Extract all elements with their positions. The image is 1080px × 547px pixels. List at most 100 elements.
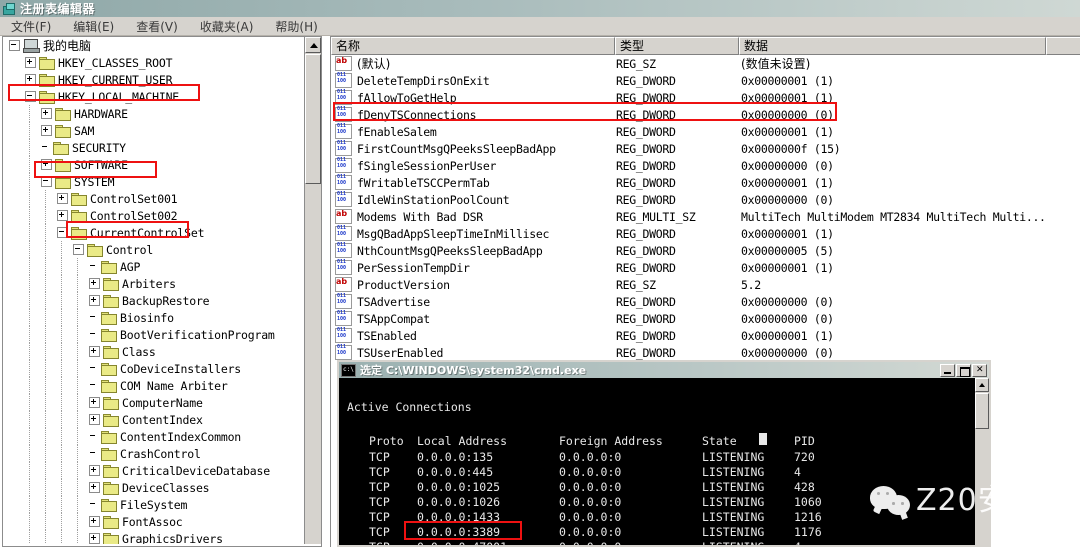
tree-item-hardware[interactable]: HARDWARE <box>3 105 303 122</box>
tree-guide-line <box>29 275 31 292</box>
cmd-row-proto: TCP <box>369 480 390 494</box>
column-header-1[interactable]: 类型 <box>615 37 739 55</box>
tree-item-controlset002[interactable]: ControlSet002 <box>3 207 303 224</box>
tree-item-hkey-classes-root[interactable]: HKEY_CLASSES_ROOT <box>3 54 303 71</box>
tree-guide-line <box>29 326 31 343</box>
expand-icon[interactable] <box>41 159 52 170</box>
value-row[interactable]: TSAppCompat REG_DWORD 0x00000000 (0) <box>331 310 1080 327</box>
tree-item-computername[interactable]: ComputerName <box>3 394 303 411</box>
expand-icon[interactable] <box>41 108 52 119</box>
expand-icon[interactable] <box>57 193 68 204</box>
cmd-close-button[interactable]: ✕ <box>972 363 987 377</box>
tree-item-deviceclasses[interactable]: DeviceClasses <box>3 479 303 496</box>
tree-item--[interactable]: 我的电脑 <box>3 37 303 54</box>
tree-item-codeviceinstallers[interactable]: CoDeviceInstallers <box>3 360 303 377</box>
value-row[interactable]: (默认) REG_SZ (数值未设置) <box>331 55 1080 72</box>
column-header-0[interactable]: 名称 <box>331 37 615 55</box>
tree-item-system[interactable]: SYSTEM <box>3 173 303 190</box>
tree-item-arbiters[interactable]: Arbiters <box>3 275 303 292</box>
tree-item-hkey-local-machine[interactable]: HKEY_LOCAL_MACHINE <box>3 88 303 105</box>
cmd-maximize-button[interactable] <box>956 363 971 377</box>
expand-icon[interactable] <box>89 533 100 544</box>
tree-item-filesystem[interactable]: FileSystem <box>3 496 303 513</box>
collapse-icon[interactable] <box>57 227 68 238</box>
value-row[interactable]: ProductVersion REG_SZ 5.2 <box>331 276 1080 293</box>
menu-item-3[interactable]: 收藏夹(A) <box>189 18 265 35</box>
value-row[interactable]: fEnableSalem REG_DWORD 0x00000001 (1) <box>331 123 1080 140</box>
value-row[interactable]: TSUserEnabled REG_DWORD 0x00000000 (0) <box>331 344 1080 361</box>
tree-guide-line <box>29 224 31 241</box>
tree-item-sam[interactable]: SAM <box>3 122 303 139</box>
cmd-title-bar[interactable]: 选定 C:\WINDOWS\system32\cmd.exe ✕ <box>339 362 989 378</box>
collapse-icon[interactable] <box>41 176 52 187</box>
value-row[interactable]: Modems With Bad DSR REG_MULTI_SZ MultiTech… <box>331 208 1080 225</box>
tree-item-graphicsdrivers[interactable]: GraphicsDrivers <box>3 530 303 544</box>
cmd-scrollbar[interactable] <box>975 378 989 545</box>
cmd-scroll-thumb[interactable] <box>975 393 989 429</box>
registry-tree-panel[interactable]: 我的电脑 HKEY_CLASSES_ROOT HKEY_CURRENT_USER HK… <box>2 36 322 547</box>
value-row[interactable]: NthCountMsgQPeeksSleepBadApp REG_DWORD 0x0… <box>331 242 1080 259</box>
value-row[interactable]: fAllowToGetHelp REG_DWORD 0x00000001 (1) <box>331 89 1080 106</box>
column-header-2[interactable]: 数据 <box>739 37 1046 55</box>
values-list[interactable]: (默认) REG_SZ (数值未设置) DeleteTempDirsOnExit REG… <box>331 55 1080 361</box>
expand-icon[interactable] <box>89 414 100 425</box>
expand-icon[interactable] <box>89 516 100 527</box>
collapse-icon[interactable] <box>9 40 20 51</box>
expand-icon[interactable] <box>89 482 100 493</box>
value-row[interactable]: TSAdvertise REG_DWORD 0x00000000 (0) <box>331 293 1080 310</box>
tree-item-contentindex[interactable]: ContentIndex <box>3 411 303 428</box>
collapse-icon[interactable] <box>25 91 36 102</box>
tree-item-biosinfo[interactable]: Biosinfo <box>3 309 303 326</box>
expand-icon[interactable] <box>89 295 100 306</box>
tree-item-backuprestore[interactable]: BackupRestore <box>3 292 303 309</box>
cmd-output-area[interactable]: Active Connections Proto Local Address Fore… <box>339 378 989 545</box>
tree-scroll-up-button[interactable] <box>305 37 321 53</box>
menu-item-1[interactable]: 编辑(E) <box>62 18 125 35</box>
value-row[interactable]: PerSessionTempDir REG_DWORD 0x00000001 (1) <box>331 259 1080 276</box>
expand-icon[interactable] <box>57 210 68 221</box>
expand-icon[interactable] <box>89 346 100 357</box>
collapse-icon[interactable] <box>73 244 84 255</box>
value-row[interactable]: fWritableTSCCPermTab REG_DWORD 0x00000001 … <box>331 174 1080 191</box>
tree-item-hkey-current-user[interactable]: HKEY_CURRENT_USER <box>3 71 303 88</box>
tree-item-crashcontrol[interactable]: CrashControl <box>3 445 303 462</box>
tree-item-controlset001[interactable]: ControlSet001 <box>3 190 303 207</box>
expand-icon[interactable] <box>25 57 36 68</box>
expand-icon[interactable] <box>89 278 100 289</box>
cmd-minimize-button[interactable] <box>940 363 955 377</box>
expand-icon[interactable] <box>89 465 100 476</box>
tree-item-contentindexcommon[interactable]: ContentIndexCommon <box>3 428 303 445</box>
menu-item-2[interactable]: 查看(V) <box>125 18 189 35</box>
value-row[interactable]: MsgQBadAppSleepTimeInMillisec REG_DWORD 0x… <box>331 225 1080 242</box>
tree-item-class[interactable]: Class <box>3 343 303 360</box>
expand-icon[interactable] <box>41 125 52 136</box>
value-row[interactable]: TSEnabled REG_DWORD 0x00000001 (1) <box>331 327 1080 344</box>
tree-item-control[interactable]: Control <box>3 241 303 258</box>
command-prompt-window[interactable]: 选定 C:\WINDOWS\system32\cmd.exe ✕ Active … <box>337 360 991 547</box>
values-column-headers[interactable]: 名称 类型 数据 <box>331 37 1080 55</box>
tree-item-security[interactable]: SECURITY <box>3 139 303 156</box>
value-row[interactable]: FirstCountMsgQPeeksSleepBadApp REG_DWORD 0… <box>331 140 1080 157</box>
expand-icon[interactable] <box>89 397 100 408</box>
tree-item-currentcontrolset[interactable]: CurrentControlSet <box>3 224 303 241</box>
registry-tree[interactable]: 我的电脑 HKEY_CLASSES_ROOT HKEY_CURRENT_USER HK… <box>3 37 303 544</box>
tree-item-fontassoc[interactable]: FontAssoc <box>3 513 303 530</box>
value-row[interactable]: fSingleSessionPerUser REG_DWORD 0x00000000… <box>331 157 1080 174</box>
tree-scroll-thumb[interactable] <box>305 54 321 184</box>
tree-item-bootverificationprogram[interactable]: BootVerificationProgram <box>3 326 303 343</box>
tree-guide-line <box>29 411 31 428</box>
menu-item-0[interactable]: 文件(F) <box>0 18 62 35</box>
value-row[interactable]: fDenyTSConnections REG_DWORD 0x00000000 (0… <box>331 106 1080 123</box>
tree-guide-line <box>29 156 31 173</box>
expand-icon[interactable] <box>25 74 36 85</box>
tree-item-criticaldevicedatabase[interactable]: CriticalDeviceDatabase <box>3 462 303 479</box>
value-row[interactable]: DeleteTempDirsOnExit REG_DWORD 0x00000001 … <box>331 72 1080 89</box>
folder-icon <box>103 481 119 495</box>
tree-scrollbar[interactable] <box>304 37 321 544</box>
menu-item-4[interactable]: 帮助(H) <box>264 18 328 35</box>
tree-item-software[interactable]: SOFTWARE <box>3 156 303 173</box>
tree-item-com-name-arbiter[interactable]: COM Name Arbiter <box>3 377 303 394</box>
cmd-scroll-up-button[interactable] <box>975 378 989 392</box>
value-row[interactable]: IdleWinStationPoolCount REG_DWORD 0x000000… <box>331 191 1080 208</box>
tree-item-agp[interactable]: AGP <box>3 258 303 275</box>
